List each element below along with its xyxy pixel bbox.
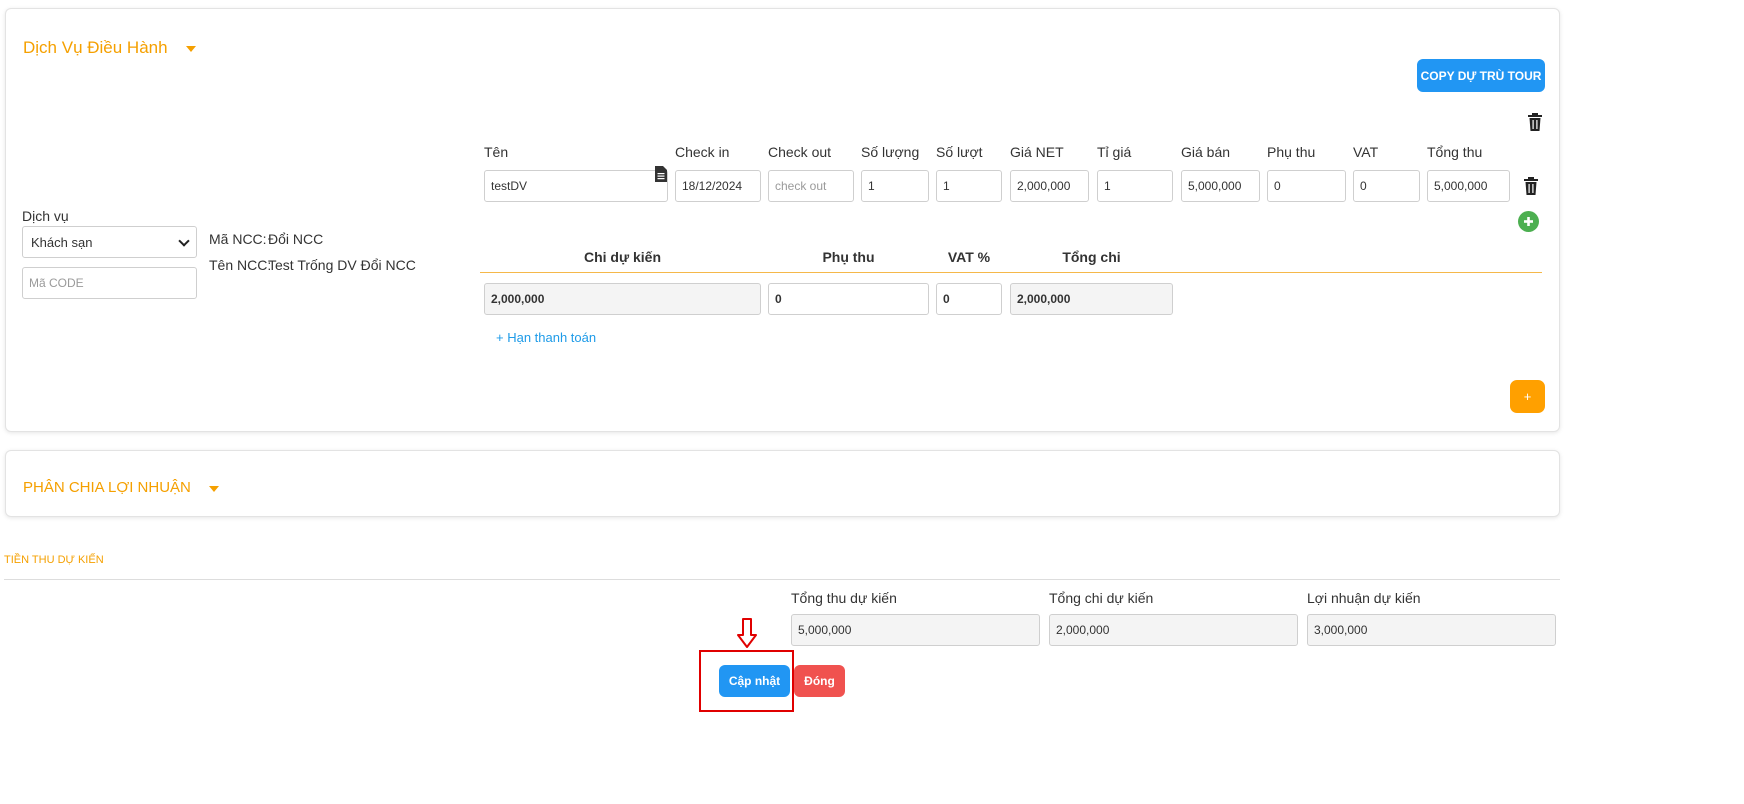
col-cost-phu-thu: Phụ thu (822, 249, 875, 265)
col-ti-gia: Tỉ giá (1097, 144, 1132, 160)
profit-card (5, 450, 1560, 517)
chevron-down-icon (178, 235, 190, 247)
copy-du-tru-tour-button[interactable]: COPY DỰ TRÙ TOUR (1417, 59, 1545, 92)
update-button[interactable]: Cập nhật (719, 665, 790, 697)
col-vat-percent: VAT % (947, 249, 991, 265)
col-tong-chi: Tổng chi (1062, 249, 1121, 265)
tong-chi-du-kien-label: Tổng chi dự kiến (1049, 590, 1154, 606)
tong-chi-input: 2,000,000 (1010, 283, 1173, 315)
delete-row-icon[interactable] (1523, 177, 1539, 195)
dich-vu-label: Dịch vụ (22, 208, 69, 224)
so-luong-input[interactable]: 1 (861, 170, 929, 202)
add-row-icon[interactable] (1518, 211, 1539, 232)
loi-nhuan-du-kien-label: Lợi nhuận dự kiến (1307, 590, 1421, 606)
tong-thu-du-kien-input: 5,000,000 (791, 614, 1040, 646)
ma-ncc-label: Mã NCC: (209, 231, 267, 247)
gia-ban-input[interactable]: 5,000,000 (1181, 170, 1260, 202)
gia-net-input[interactable]: 2,000,000 (1010, 170, 1089, 202)
tong-thu-input[interactable]: 5,000,000 (1427, 170, 1510, 202)
col-so-luot: Số lượt (936, 144, 983, 160)
col-check-out: Check out (768, 144, 832, 160)
loi-nhuan-du-kien-input: 3,000,000 (1307, 614, 1556, 646)
tong-chi-du-kien-input: 2,000,000 (1049, 614, 1298, 646)
chevron-down-icon (208, 485, 219, 492)
ma-code-input[interactable]: Mã CODE (22, 267, 197, 299)
col-chi-du-kien: Chi dự kiến (583, 249, 662, 265)
vat-input[interactable]: 0 (1353, 170, 1420, 202)
ten-input[interactable]: testDV (484, 170, 668, 202)
vat-percent-input[interactable]: 0 (936, 283, 1002, 315)
col-phu-thu: Phụ thu (1267, 144, 1316, 160)
estimate-section-title: TIỀN THU DỰ KIẾN (4, 554, 104, 566)
check-in-input[interactable]: 18/12/2024 (675, 170, 761, 202)
so-luot-input[interactable]: 1 (936, 170, 1002, 202)
dich-vu-selected-value: Khách sạn (31, 234, 93, 250)
service-section-title: Dịch Vụ Điều Hành (23, 38, 168, 57)
ten-ncc-label: Tên NCC: (209, 257, 272, 273)
service-section-header[interactable]: Dịch Vụ Điều Hành (23, 38, 196, 58)
profit-section-title: PHÂN CHIA LỢI NHUẬN (23, 479, 191, 496)
tong-thu-du-kien-label: Tổng thu dự kiến (791, 590, 897, 606)
dich-vu-select[interactable]: Khách sạn (22, 226, 197, 258)
service-card (5, 8, 1560, 432)
ma-ncc-value: Đổi NCC (268, 231, 324, 247)
document-icon[interactable] (655, 166, 667, 182)
col-vat: VAT (1353, 144, 1379, 160)
ti-gia-input[interactable]: 1 (1097, 170, 1173, 202)
col-tong-thu: Tổng thu (1427, 144, 1483, 160)
arrow-down-icon (737, 618, 757, 648)
han-thanh-toan-link[interactable]: + Hạn thanh toán (496, 330, 596, 345)
col-check-in: Check in (675, 144, 730, 160)
cost-phu-thu-input[interactable]: 0 (768, 283, 929, 315)
add-service-button[interactable]: + (1510, 380, 1545, 413)
estimate-divider (4, 579, 1560, 580)
check-out-input[interactable]: check out (768, 170, 854, 202)
col-so-luong: Số lượng (861, 144, 920, 160)
close-button[interactable]: Đóng (794, 665, 845, 697)
chevron-down-icon (185, 46, 196, 52)
col-ten: Tên (484, 144, 509, 160)
chi-du-kien-input: 2,000,000 (484, 283, 761, 315)
col-gia-ban: Giá bán (1181, 144, 1231, 160)
delete-service-icon[interactable] (1527, 113, 1543, 131)
phu-thu-input[interactable]: 0 (1267, 170, 1346, 202)
ten-ncc-value: Test Trống DV Đổi NCC (268, 257, 416, 273)
profit-section-header[interactable]: PHÂN CHIA LỢI NHUẬN (23, 479, 219, 496)
cost-header-divider (480, 272, 1542, 273)
col-gia-net: Giá NET (1010, 144, 1064, 160)
